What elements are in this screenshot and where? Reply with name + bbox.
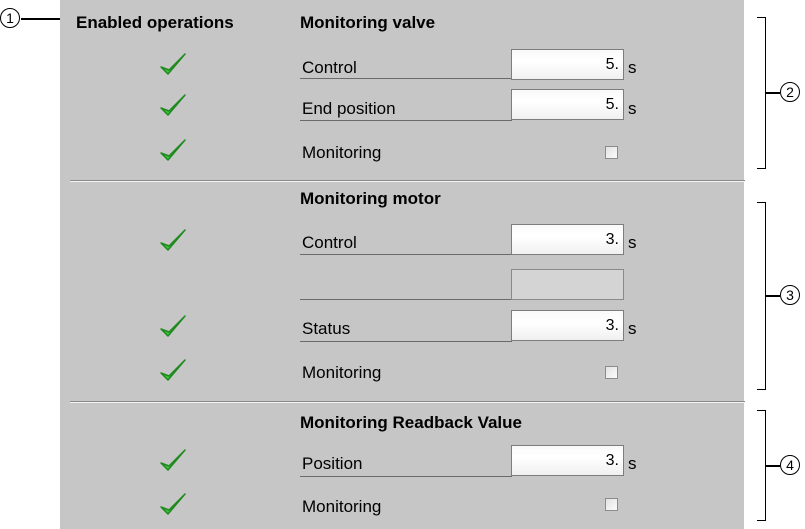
valve-monitoring-label: Monitoring [302, 143, 382, 162]
callout-2: 2 [780, 82, 800, 102]
readback-position-underline [300, 476, 512, 477]
valve-monitoring-checkbox[interactable] [605, 146, 618, 159]
motor-empty-underline [300, 299, 512, 300]
green-check-icon [160, 94, 186, 116]
bracket-3-tick [766, 295, 780, 297]
valve-control-label: Control [302, 58, 357, 77]
valve-control-unit: s [628, 58, 637, 77]
green-check-icon [160, 359, 186, 381]
motor-control-underline [300, 254, 512, 255]
callout-1: 1 [0, 8, 20, 28]
readback-monitoring-label: Monitoring [302, 497, 382, 516]
motor-status-field[interactable]: 3. [511, 310, 624, 341]
callout-3: 3 [780, 285, 800, 305]
motor-empty-field [511, 269, 624, 300]
valve-end-position-unit: s [628, 99, 637, 118]
bracket-4 [757, 410, 766, 521]
green-check-icon [160, 493, 186, 515]
valve-control-field[interactable]: 5. [511, 49, 624, 80]
motor-control-unit: s [628, 233, 637, 252]
callout-4: 4 [780, 455, 800, 475]
green-check-icon [160, 229, 186, 251]
bracket-3 [757, 202, 766, 390]
valve-control-underline [300, 78, 512, 79]
section-divider-highlight [70, 181, 745, 182]
green-check-icon [160, 139, 186, 161]
green-check-icon [160, 449, 186, 471]
section-divider-highlight [70, 402, 745, 403]
section-title-monitoring-readback-value: Monitoring Readback Value [300, 413, 522, 432]
motor-monitoring-label: Monitoring [302, 363, 382, 382]
readback-position-field[interactable]: 3. [511, 445, 624, 476]
valve-end-position-label: End position [302, 99, 396, 118]
bracket-4-tick [766, 465, 780, 467]
enabled-operations-header: Enabled operations [76, 13, 234, 32]
motor-status-unit: s [628, 319, 637, 338]
bracket-2-tick [766, 92, 780, 94]
green-check-icon [160, 315, 186, 337]
valve-end-position-field[interactable]: 5. [511, 89, 624, 120]
motor-monitoring-checkbox[interactable] [605, 366, 618, 379]
readback-position-label: Position [302, 454, 363, 473]
motor-status-label: Status [302, 319, 351, 338]
readback-position-unit: s [628, 454, 637, 473]
section-title-monitoring-valve: Monitoring valve [300, 13, 436, 32]
valve-end-position-underline [300, 120, 512, 121]
section-title-monitoring-motor: Monitoring motor [300, 189, 441, 208]
motor-control-field[interactable]: 3. [511, 224, 624, 255]
bracket-2 [757, 17, 766, 169]
motor-status-underline [300, 341, 512, 342]
readback-monitoring-checkbox[interactable] [605, 498, 618, 511]
motor-control-label: Control [302, 233, 357, 252]
green-check-icon [160, 53, 186, 75]
